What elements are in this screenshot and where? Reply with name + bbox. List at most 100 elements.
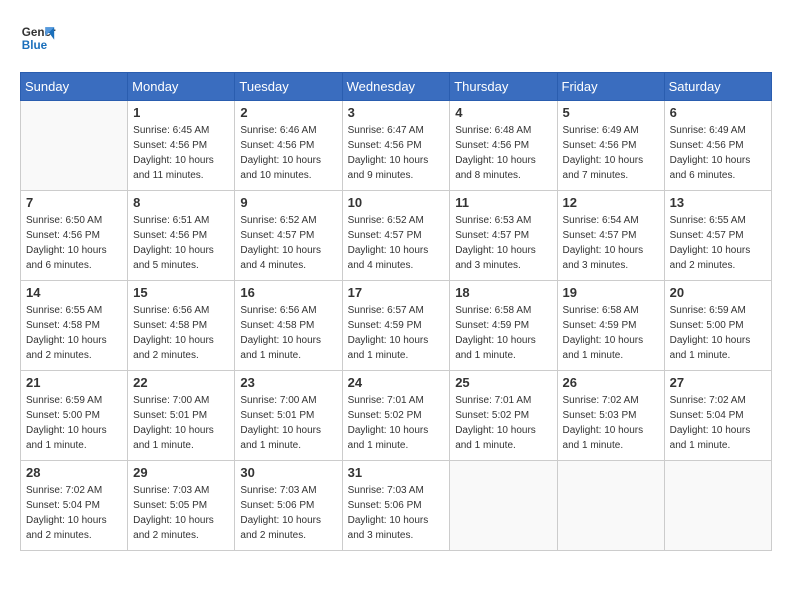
calendar-cell: 28Sunrise: 7:02 AMSunset: 5:04 PMDayligh… [21, 461, 128, 551]
day-number: 25 [455, 375, 551, 390]
calendar-cell: 4 Sunrise: 6:48 AMSunset: 4:56 PMDaylight… [450, 101, 557, 191]
calendar-cell: 31Sunrise: 7:03 AMSunset: 5:06 PMDayligh… [342, 461, 450, 551]
calendar-week-row: 7 Sunrise: 6:50 AMSunset: 4:56 PMDaylight… [21, 191, 772, 281]
day-info: Sunrise: 6:56 AMSunset: 4:58 PMDaylight:… [240, 303, 336, 363]
day-number: 18 [455, 285, 551, 300]
calendar-cell: 27 Sunrise: 7:02 AMSunset: 5:04 PMDayligh… [664, 371, 771, 461]
day-number: 31 [348, 465, 445, 480]
day-info: Sunrise: 6:53 AMSunset: 4:57 PMDaylight:… [455, 213, 551, 273]
calendar-cell: 26 Sunrise: 7:02 AMSunset: 5:03 PMDayligh… [557, 371, 664, 461]
day-number: 9 [240, 195, 336, 210]
calendar-cell: 18 Sunrise: 6:58 AMSunset: 4:59 PMDayligh… [450, 281, 557, 371]
calendar-cell: 14 Sunrise: 6:55 AMSunset: 4:58 PMDayligh… [21, 281, 128, 371]
calendar-cell: 8Sunrise: 6:51 AMSunset: 4:56 PMDaylight… [128, 191, 235, 281]
day-number: 12 [563, 195, 659, 210]
calendar-cell: 24 Sunrise: 7:01 AMSunset: 5:02 PMDayligh… [342, 371, 450, 461]
calendar-week-row: 28Sunrise: 7:02 AMSunset: 5:04 PMDayligh… [21, 461, 772, 551]
day-info: Sunrise: 6:49 AMSunset: 4:56 PMDaylight:… [563, 123, 659, 183]
day-number: 5 [563, 105, 659, 120]
svg-text:Blue: Blue [22, 39, 48, 52]
day-info: Sunrise: 7:01 AMSunset: 5:02 PMDaylight:… [455, 393, 551, 453]
calendar-cell: 30 Sunrise: 7:03 AMSunset: 5:06 PMDayligh… [235, 461, 342, 551]
calendar-cell [557, 461, 664, 551]
day-info: Sunrise: 6:52 AMSunset: 4:57 PMDaylight:… [348, 213, 445, 273]
day-info: Sunrise: 7:00 AMSunset: 5:01 PMDaylight:… [240, 393, 336, 453]
day-number: 30 [240, 465, 336, 480]
calendar-cell: 20Sunrise: 6:59 AMSunset: 5:00 PMDayligh… [664, 281, 771, 371]
day-number: 19 [563, 285, 659, 300]
calendar-cell: 17Sunrise: 6:57 AMSunset: 4:59 PMDayligh… [342, 281, 450, 371]
day-number: 1 [133, 105, 229, 120]
day-info: Sunrise: 6:55 AMSunset: 4:58 PMDaylight:… [26, 303, 122, 363]
day-info: Sunrise: 6:52 AMSunset: 4:57 PMDaylight:… [240, 213, 336, 273]
day-number: 27 [670, 375, 766, 390]
day-info: Sunrise: 7:03 AMSunset: 5:05 PMDaylight:… [133, 483, 229, 543]
calendar-cell: 5 Sunrise: 6:49 AMSunset: 4:56 PMDaylight… [557, 101, 664, 191]
calendar-cell: 13Sunrise: 6:55 AMSunset: 4:57 PMDayligh… [664, 191, 771, 281]
calendar-week-row: 21 Sunrise: 6:59 AMSunset: 5:00 PMDayligh… [21, 371, 772, 461]
weekday-header: Friday [557, 73, 664, 101]
day-info: Sunrise: 6:59 AMSunset: 5:00 PMDaylight:… [670, 303, 766, 363]
weekday-header: Tuesday [235, 73, 342, 101]
weekday-header: Monday [128, 73, 235, 101]
day-info: Sunrise: 6:47 AMSunset: 4:56 PMDaylight:… [348, 123, 445, 183]
day-number: 6 [670, 105, 766, 120]
day-number: 26 [563, 375, 659, 390]
calendar-cell: 3 Sunrise: 6:47 AMSunset: 4:56 PMDaylight… [342, 101, 450, 191]
calendar-cell: 22Sunrise: 7:00 AMSunset: 5:01 PMDayligh… [128, 371, 235, 461]
day-info: Sunrise: 6:49 AMSunset: 4:56 PMDaylight:… [670, 123, 766, 183]
day-number: 11 [455, 195, 551, 210]
logo-icon: General Blue [20, 20, 56, 56]
day-number: 13 [670, 195, 766, 210]
calendar-cell: 23 Sunrise: 7:00 AMSunset: 5:01 PMDayligh… [235, 371, 342, 461]
day-number: 21 [26, 375, 122, 390]
calendar-cell: 19 Sunrise: 6:58 AMSunset: 4:59 PMDayligh… [557, 281, 664, 371]
day-info: Sunrise: 6:56 AMSunset: 4:58 PMDaylight:… [133, 303, 229, 363]
logo: General Blue [20, 20, 56, 56]
day-info: Sunrise: 7:01 AMSunset: 5:02 PMDaylight:… [348, 393, 445, 453]
day-info: Sunrise: 6:58 AMSunset: 4:59 PMDaylight:… [455, 303, 551, 363]
calendar-week-row: 14 Sunrise: 6:55 AMSunset: 4:58 PMDayligh… [21, 281, 772, 371]
weekday-header: Sunday [21, 73, 128, 101]
calendar-cell: 2 Sunrise: 6:46 AMSunset: 4:56 PMDaylight… [235, 101, 342, 191]
day-info: Sunrise: 6:58 AMSunset: 4:59 PMDaylight:… [563, 303, 659, 363]
calendar-cell: 15 Sunrise: 6:56 AMSunset: 4:58 PMDayligh… [128, 281, 235, 371]
day-number: 17 [348, 285, 445, 300]
day-number: 16 [240, 285, 336, 300]
day-info: Sunrise: 7:02 AMSunset: 5:04 PMDaylight:… [670, 393, 766, 453]
day-info: Sunrise: 6:51 AMSunset: 4:56 PMDaylight:… [133, 213, 229, 273]
day-info: Sunrise: 6:48 AMSunset: 4:56 PMDaylight:… [455, 123, 551, 183]
day-number: 15 [133, 285, 229, 300]
calendar-cell [450, 461, 557, 551]
day-info: Sunrise: 6:50 AMSunset: 4:56 PMDaylight:… [26, 213, 122, 273]
calendar-cell: 12Sunrise: 6:54 AMSunset: 4:57 PMDayligh… [557, 191, 664, 281]
day-number: 7 [26, 195, 122, 210]
day-number: 23 [240, 375, 336, 390]
calendar-cell: 6 Sunrise: 6:49 AMSunset: 4:56 PMDaylight… [664, 101, 771, 191]
day-info: Sunrise: 6:46 AMSunset: 4:56 PMDaylight:… [240, 123, 336, 183]
weekday-header: Thursday [450, 73, 557, 101]
calendar-cell: 9 Sunrise: 6:52 AMSunset: 4:57 PMDaylight… [235, 191, 342, 281]
day-number: 2 [240, 105, 336, 120]
calendar-cell: 11 Sunrise: 6:53 AMSunset: 4:57 PMDayligh… [450, 191, 557, 281]
day-info: Sunrise: 7:03 AMSunset: 5:06 PMDaylight:… [240, 483, 336, 543]
weekday-header: Saturday [664, 73, 771, 101]
calendar-cell: 7 Sunrise: 6:50 AMSunset: 4:56 PMDaylight… [21, 191, 128, 281]
calendar-cell: 16 Sunrise: 6:56 AMSunset: 4:58 PMDayligh… [235, 281, 342, 371]
day-info: Sunrise: 6:59 AMSunset: 5:00 PMDaylight:… [26, 393, 122, 453]
calendar-cell: 25 Sunrise: 7:01 AMSunset: 5:02 PMDayligh… [450, 371, 557, 461]
day-number: 24 [348, 375, 445, 390]
day-info: Sunrise: 7:02 AMSunset: 5:04 PMDaylight:… [26, 483, 122, 543]
calendar-week-row: 1 Sunrise: 6:45 AMSunset: 4:56 PMDaylight… [21, 101, 772, 191]
calendar-header: SundayMondayTuesdayWednesdayThursdayFrid… [21, 73, 772, 101]
day-info: Sunrise: 6:45 AMSunset: 4:56 PMDaylight:… [133, 123, 229, 183]
day-info: Sunrise: 7:02 AMSunset: 5:03 PMDaylight:… [563, 393, 659, 453]
day-number: 22 [133, 375, 229, 390]
calendar-cell: 21 Sunrise: 6:59 AMSunset: 5:00 PMDayligh… [21, 371, 128, 461]
calendar-cell: 29 Sunrise: 7:03 AMSunset: 5:05 PMDayligh… [128, 461, 235, 551]
day-number: 4 [455, 105, 551, 120]
day-number: 3 [348, 105, 445, 120]
day-number: 29 [133, 465, 229, 480]
day-number: 14 [26, 285, 122, 300]
calendar-cell: 1 Sunrise: 6:45 AMSunset: 4:56 PMDaylight… [128, 101, 235, 191]
